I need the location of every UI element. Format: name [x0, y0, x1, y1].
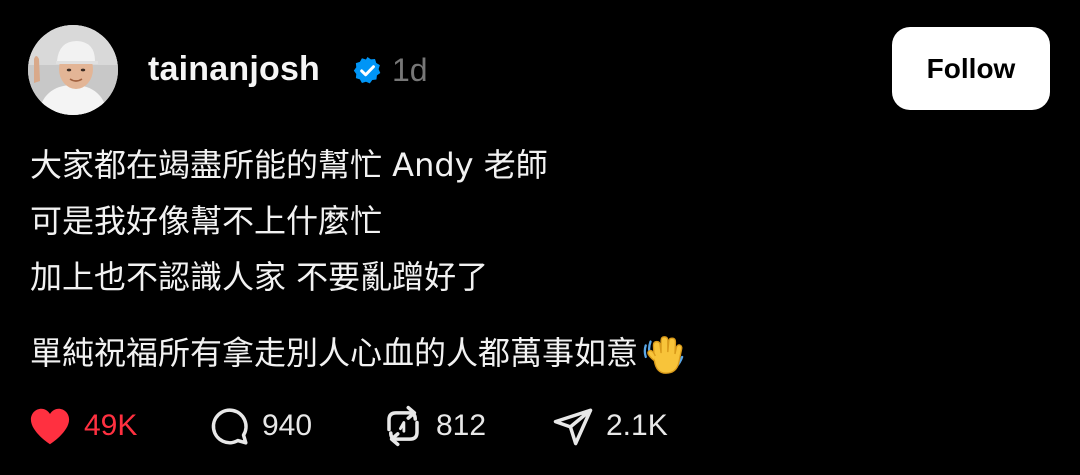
send-icon: [553, 408, 593, 446]
like-button[interactable]: 49K: [28, 404, 137, 448]
like-count: 49K: [84, 409, 138, 442]
share-button[interactable]: 2.1K: [552, 404, 668, 448]
username[interactable]: tainanjosh: [148, 48, 320, 90]
verified-badge-icon: [353, 56, 381, 84]
repost-count: 812: [436, 409, 487, 442]
comment-icon: [211, 408, 248, 445]
follow-button[interactable]: Follow: [892, 27, 1050, 110]
heart-icon: [30, 408, 70, 445]
post-text-line-with-emoji: 單純祝福所有拿走別人心血的人都萬事如意: [30, 328, 1050, 384]
reply-count: 940: [262, 409, 313, 442]
post-body: 大家都在竭盡所能的幫忙 Andy 老師 可是我好像幫不上什麼忙 加上也不認識人家…: [30, 140, 1050, 384]
thread-post: tainanjosh 1d Follow 大家都在竭盡所能的幫忙 Andy 老師…: [0, 0, 1080, 475]
reply-button[interactable]: 940: [208, 404, 312, 448]
post-text-line: 大家都在竭盡所能的幫忙 Andy 老師: [30, 146, 548, 184]
share-count: 2.1K: [606, 409, 668, 442]
post-timestamp: 1d: [392, 52, 428, 88]
post-text-line: 單純祝福所有拿走別人心血的人都萬事如意: [30, 334, 639, 372]
post-text-line: 加上也不認識人家 不要亂蹭好了: [30, 258, 489, 296]
repost-icon: [387, 405, 419, 447]
avatar[interactable]: [28, 25, 118, 115]
post-text-line: 可是我好像幫不上什麼忙: [30, 202, 383, 240]
avatar-image: [28, 25, 118, 115]
waving-hand-emoji: [643, 336, 684, 374]
repost-button[interactable]: 812: [382, 404, 486, 448]
